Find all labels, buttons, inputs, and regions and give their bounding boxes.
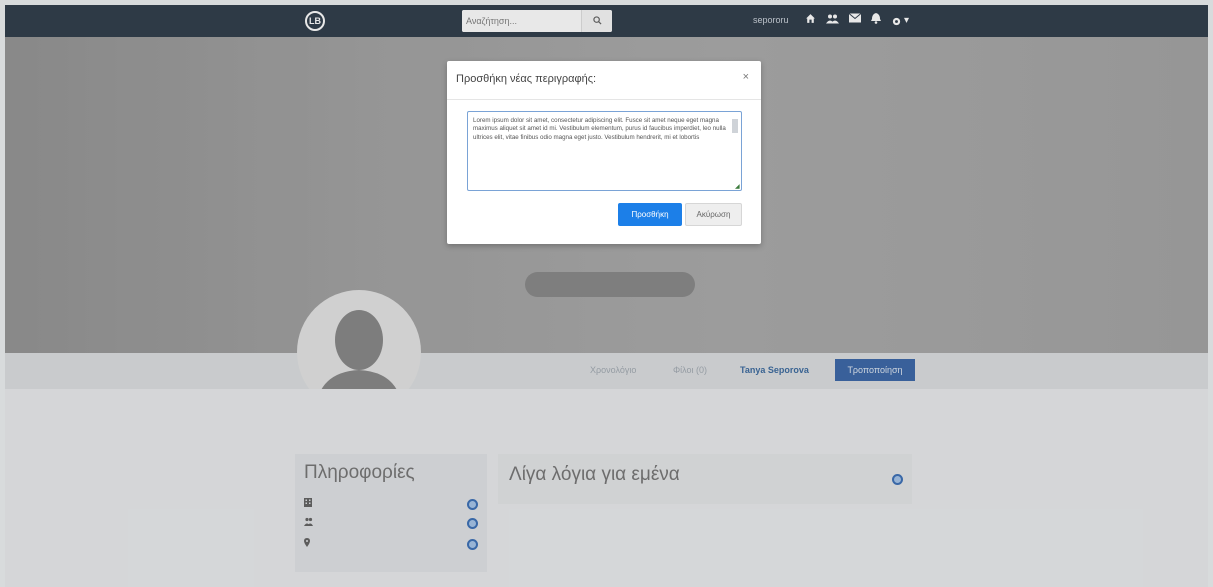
- textarea-scrollbar[interactable]: [732, 119, 738, 133]
- resize-handle-icon[interactable]: ◢: [735, 183, 740, 190]
- description-textarea[interactable]: Lorem ipsum dolor sit amet, consectetur …: [467, 111, 742, 191]
- close-icon[interactable]: ×: [743, 71, 749, 83]
- add-description-modal: Προσθήκη νέας περιγραφής: × Lorem ipsum …: [447, 61, 761, 244]
- modal-divider: [447, 99, 761, 100]
- modal-title: Προσθήκη νέας περιγραφής:: [456, 73, 597, 85]
- cancel-button[interactable]: Ακύρωση: [685, 203, 742, 226]
- add-button[interactable]: Προσθήκη: [618, 203, 682, 226]
